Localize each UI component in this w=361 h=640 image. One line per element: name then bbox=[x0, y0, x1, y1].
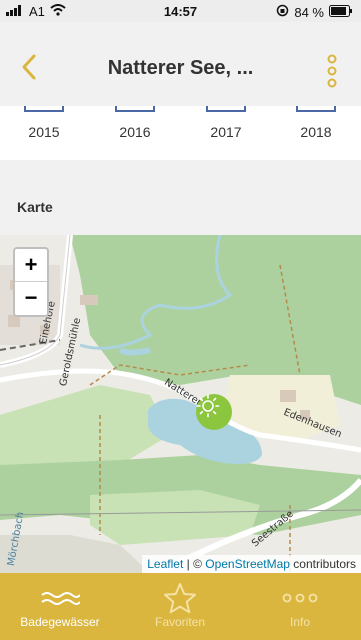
more-options-button[interactable] bbox=[325, 54, 339, 88]
year-chart-strip: 2015 2016 2017 2018 bbox=[0, 106, 361, 160]
zoom-in-button[interactable]: + bbox=[15, 249, 47, 282]
section-title-map: Karte bbox=[17, 199, 53, 215]
attribution-separator: | © bbox=[183, 557, 206, 571]
year-label: 2016 bbox=[119, 124, 151, 140]
page-title: Natterer See, ... bbox=[107, 57, 254, 79]
vertical-dots-icon bbox=[327, 54, 337, 88]
tab-bar: Badegewässer Favoriten Info bbox=[0, 573, 361, 640]
chevron-left-icon bbox=[22, 54, 36, 80]
year-column: 2016 bbox=[105, 106, 165, 160]
year-label: 2017 bbox=[210, 124, 242, 140]
year-label: 2015 bbox=[28, 124, 60, 140]
leaflet-link[interactable]: Leaflet bbox=[147, 557, 183, 571]
orientation-lock-icon bbox=[276, 4, 289, 20]
year-column: 2015 bbox=[14, 106, 74, 160]
sun-icon bbox=[196, 394, 220, 418]
tab-favoriten[interactable]: Favoriten bbox=[120, 573, 240, 640]
back-button[interactable] bbox=[16, 52, 42, 82]
map-tiles bbox=[0, 235, 361, 573]
year-column: 2018 bbox=[286, 106, 346, 160]
zoom-control: + − bbox=[13, 247, 49, 317]
year-bar bbox=[206, 106, 246, 112]
year-column: 2017 bbox=[196, 106, 256, 160]
tab-label: Info bbox=[289, 615, 310, 629]
tab-label: Favoriten bbox=[154, 615, 206, 629]
year-bar bbox=[296, 106, 336, 112]
attribution-suffix: contributors bbox=[289, 557, 356, 571]
map-attribution: Leaflet | © OpenStreetMap contributors bbox=[142, 555, 361, 573]
lake-marker[interactable] bbox=[196, 394, 232, 430]
osm-link[interactable]: OpenStreetMap bbox=[205, 557, 290, 571]
waves-icon bbox=[41, 592, 80, 605]
tab-info[interactable]: Info bbox=[240, 573, 360, 640]
year-bar bbox=[24, 106, 64, 112]
navigation-header: Natterer See, ... bbox=[0, 22, 361, 106]
dots-icon bbox=[282, 593, 318, 603]
battery-label: 84 % bbox=[294, 4, 324, 20]
zoom-out-button[interactable]: − bbox=[15, 282, 47, 315]
map-view[interactable]: Einehofe Geroldsmühle Natterer Edenhause… bbox=[0, 235, 361, 573]
status-bar: A1 14:57 84 % bbox=[0, 0, 361, 22]
battery-icon bbox=[329, 4, 353, 20]
star-icon bbox=[164, 583, 196, 614]
year-label: 2018 bbox=[300, 124, 332, 140]
tab-label: Badegewässer bbox=[20, 615, 100, 629]
year-bar bbox=[115, 106, 155, 112]
tab-badegewasser[interactable]: Badegewässer bbox=[0, 573, 120, 640]
